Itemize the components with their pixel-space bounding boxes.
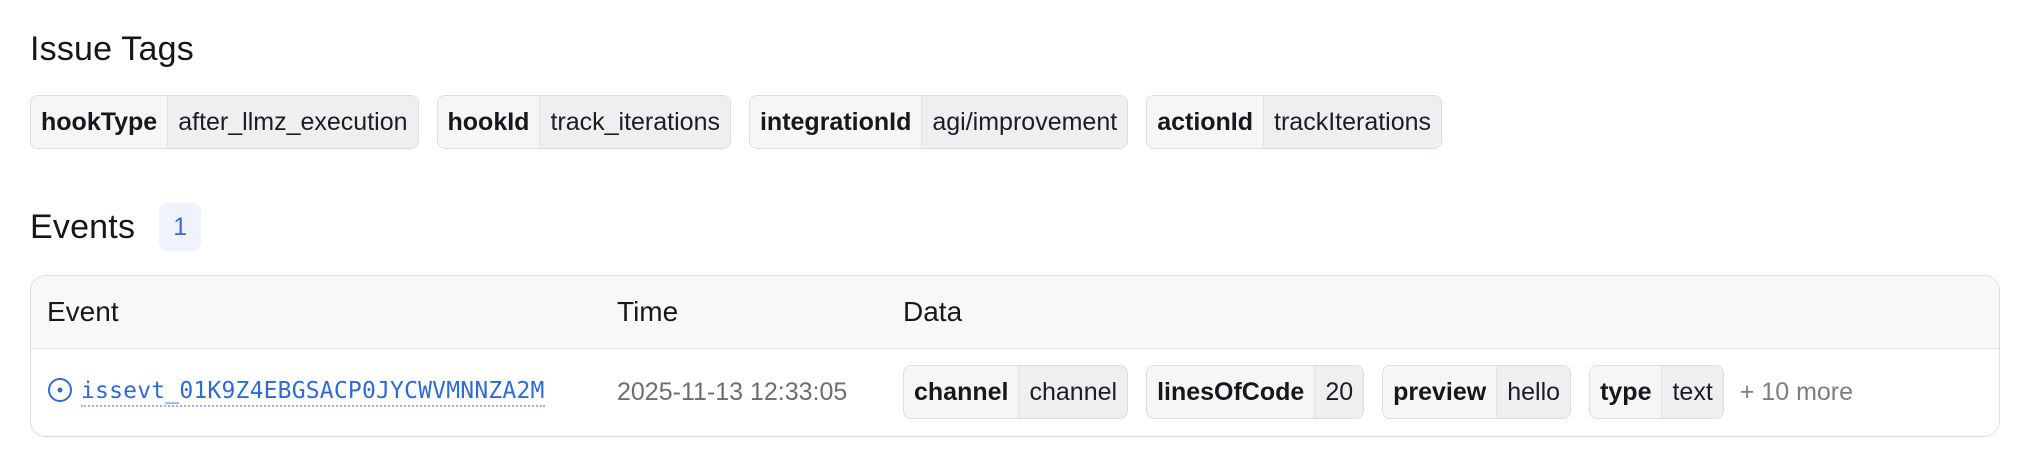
issue-tags-heading: Issue Tags	[30, 30, 194, 68]
tag-value: text	[1661, 366, 1723, 418]
tag-key: integrationId	[749, 96, 922, 148]
column-header-event: Event	[47, 296, 119, 327]
events-table-header: Event Time Data	[31, 276, 1999, 349]
event-cell: issevt_01K9Z4EBGSACP0JYCWVMNNZA2M	[47, 349, 545, 435]
tag-value: channel	[1018, 366, 1128, 418]
circle-dot-icon	[47, 377, 73, 408]
column-header-time: Time	[617, 296, 679, 327]
tag-key: linesOfCode	[1147, 366, 1315, 418]
tag-key: actionId	[1147, 96, 1264, 148]
data-cell: channel channel linesOfCode 20 preview h…	[903, 349, 1853, 435]
column-header-data: Data	[903, 296, 963, 327]
events-table: Event Time Data issevt_01K9Z4EBGSACP0JYC…	[30, 275, 2000, 437]
tag-key: type	[1590, 366, 1662, 418]
issue-tag-actionid: actionId trackIterations	[1146, 95, 1443, 149]
event-time: 2025-11-13 12:33:05	[617, 377, 848, 406]
data-tag-type: type text	[1589, 365, 1724, 419]
event-id: issevt_01K9Z4EBGSACP0JYCWVMNNZA2M	[81, 378, 545, 407]
tag-key: hookId	[437, 96, 540, 148]
time-cell: 2025-11-13 12:33:05	[617, 349, 847, 435]
issue-tag-integrationid: integrationId agi/improvement	[748, 95, 1129, 149]
tag-value: agi/improvement	[921, 96, 1128, 148]
tag-key: preview	[1383, 366, 1497, 418]
events-count-badge: 1	[159, 203, 202, 251]
data-tag-linesofcode: linesOfCode 20	[1146, 365, 1365, 419]
issue-tag-hookid: hookId track_iterations	[436, 95, 731, 149]
events-heading: Events	[30, 207, 136, 246]
table-row[interactable]: issevt_01K9Z4EBGSACP0JYCWVMNNZA2M 2025-1…	[31, 349, 1999, 435]
tag-value: trackIterations	[1263, 96, 1442, 148]
tag-value: track_iterations	[539, 96, 730, 148]
data-tag-channel: channel channel	[903, 365, 1129, 419]
more-data-link[interactable]: + 10 more	[1740, 378, 1853, 407]
event-data-tags: channel channel linesOfCode 20 preview h…	[903, 365, 1853, 419]
data-tag-preview: preview hello	[1382, 365, 1572, 419]
event-link[interactable]: issevt_01K9Z4EBGSACP0JYCWVMNNZA2M	[47, 377, 545, 408]
issue-tag-hooktype: hookType after_llmz_execution	[30, 95, 419, 149]
tag-key: hookType	[31, 96, 168, 148]
tag-value: after_llmz_execution	[167, 96, 418, 148]
tag-key: channel	[904, 366, 1019, 418]
tag-value: hello	[1496, 366, 1571, 418]
issue-tags-list: hookType after_llmz_execution hookId tra…	[30, 95, 1443, 149]
events-header: Events 1	[30, 203, 202, 251]
tag-value: 20	[1314, 366, 1364, 418]
